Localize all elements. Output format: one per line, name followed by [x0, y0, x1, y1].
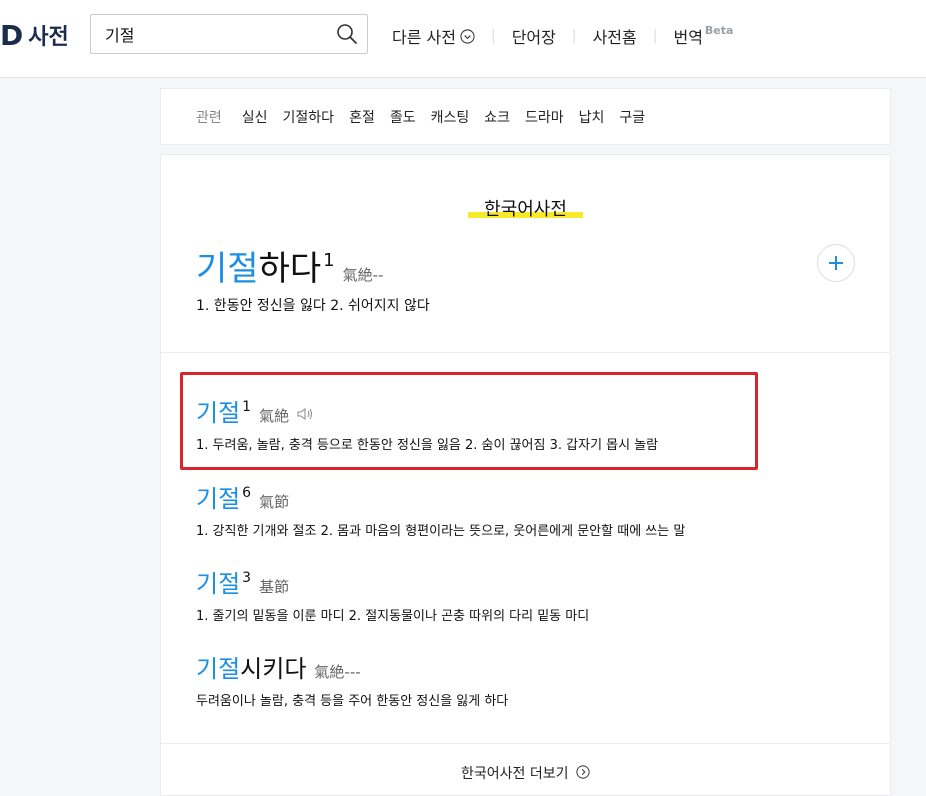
nav-other-dict[interactable]: 다른 사전 [392, 24, 475, 48]
main-word-rest[interactable]: 하다 [259, 241, 322, 290]
entry-sup: 3 [242, 570, 252, 586]
entry-definition: 1. 강직한 기개와 절조 2. 몸과 마음의 형편이라는 뜻으로, 웃어른에게… [196, 524, 686, 539]
nav-translate-label: 번역 [673, 28, 703, 47]
entry-hanja: 氣節 [259, 493, 290, 511]
main-word-hanja: 氣絶-- [342, 266, 384, 284]
chevron-down-icon [460, 28, 475, 44]
divider [161, 352, 890, 353]
entry-word-text[interactable]: 기절 [196, 479, 240, 514]
related-item[interactable]: 실신 [242, 107, 268, 127]
nav-other-dict-label: 다른 사전 [392, 28, 456, 47]
entry-word-rest[interactable]: 시키다 [240, 649, 306, 684]
logo-mark[interactable]: D [0, 19, 23, 52]
section-title: 한국어사전 [161, 195, 890, 221]
search-icon[interactable] [335, 22, 359, 46]
related-item[interactable]: 졸도 [390, 107, 416, 127]
main-word-sup: 1 [323, 250, 335, 271]
chevron-right-icon [576, 765, 590, 783]
entry-word[interactable]: 기절 3 基節 [196, 564, 589, 599]
related-label: 관련 [196, 109, 222, 126]
entry-definition: 두려움이나 놀람, 충격 등을 주어 한동안 정신을 잃게 하다 [196, 694, 509, 709]
annotation-highlight-box [180, 372, 758, 470]
more-link-label: 한국어사전 더보기 [461, 766, 569, 782]
related-list: 관련 실신 기절하다 혼절 졸도 캐스팅 쇼크 드라마 납치 구글 [196, 89, 660, 144]
entry-word-text[interactable]: 기절 [196, 649, 240, 684]
related-item[interactable]: 캐스팅 [431, 107, 470, 127]
entry-word-text[interactable]: 기절 [196, 564, 240, 599]
nav-wordbook[interactable]: 단어장 [512, 24, 556, 48]
entry-item: 기절 3 基節 1. 줄기의 밑동을 이룬 마디 2. 절지동물이나 곤충 따위… [196, 564, 589, 624]
search-box [90, 14, 368, 54]
nav-translate[interactable]: 번역 Beta [673, 24, 733, 48]
entry-sup: 6 [242, 485, 252, 501]
entry-hanja: 氣絶--- [314, 663, 361, 681]
related-item[interactable]: 쇼크 [484, 107, 510, 127]
entry-item: 기절 6 氣節 1. 강직한 기개와 절조 2. 몸과 마음의 형편이라는 뜻으… [196, 479, 685, 539]
plus-icon [829, 256, 843, 270]
related-item[interactable]: 납치 [579, 107, 605, 127]
entry-word[interactable]: 기절 6 氣節 [196, 479, 685, 514]
nav-separator: | [652, 28, 658, 44]
search-input[interactable] [105, 15, 325, 53]
main-entry-word[interactable]: 기절 하다 1 氣絶-- [196, 241, 383, 290]
entry-word[interactable]: 기절 시키다 氣絶--- [196, 649, 508, 684]
top-nav: 다른 사전 | 단어장 | 사전홈 | 번역 Beta [392, 24, 733, 48]
entry-hanja: 基節 [259, 578, 290, 596]
more-link[interactable]: 한국어사전 더보기 [161, 763, 890, 783]
section-title-text: 한국어사전 [468, 199, 583, 220]
related-card: 관련 실신 기절하다 혼절 졸도 캐스팅 쇼크 드라마 납치 구글 [160, 88, 891, 145]
nav-separator: | [571, 28, 577, 44]
main-entry-definition: 1. 한동안 정신을 잃다 2. 쉬어지지 않다 [196, 298, 430, 314]
top-bar: D 사전 다른 사전 | 단어장 | 사전홈 | 번역 Beta [0, 0, 926, 78]
logo[interactable]: D 사전 [0, 18, 69, 52]
entry-definition: 1. 줄기의 밑동을 이룬 마디 2. 절지동물이나 곤충 따위의 다리 밑동 … [196, 609, 590, 624]
divider [161, 743, 890, 744]
dictionary-card: 한국어사전 기절 하다 1 氣絶-- 1. 한동안 정신을 잃다 2. 쉬어지지… [160, 154, 891, 796]
main-word-highlight[interactable]: 기절 [196, 241, 259, 290]
entry-item: 기절 시키다 氣絶--- 두려움이나 놀람, 충격 등을 주어 한동안 정신을 … [196, 649, 508, 709]
nav-dict-home[interactable]: 사전홈 [593, 24, 637, 48]
add-to-wordbook-button[interactable] [817, 244, 855, 282]
related-item[interactable]: 기절하다 [283, 107, 335, 127]
related-item[interactable]: 혼절 [349, 107, 375, 127]
beta-badge: Beta [704, 23, 734, 37]
nav-separator: | [490, 28, 496, 44]
related-item[interactable]: 구글 [619, 107, 645, 127]
related-item[interactable]: 드라마 [525, 107, 564, 127]
logo-text[interactable]: 사전 [28, 19, 68, 51]
